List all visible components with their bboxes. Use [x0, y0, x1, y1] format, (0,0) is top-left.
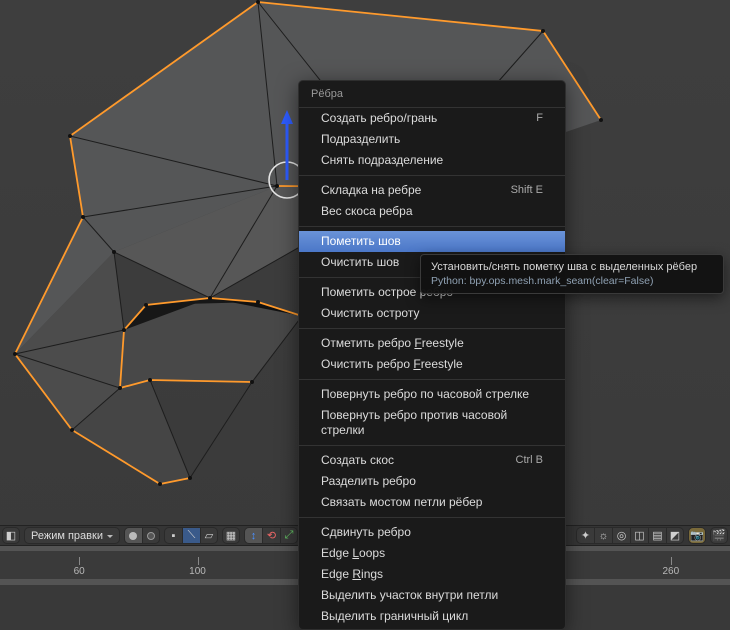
edges-context-menu: Рёбра Создать ребро/граньFПодразделитьСн…: [298, 80, 566, 630]
select-edge-icon[interactable]: ⟍: [182, 527, 200, 544]
menu-item[interactable]: Разделить ребро: [299, 471, 565, 492]
mode-dropdown[interactable]: Режим правки: [24, 527, 120, 544]
menu-item[interactable]: Пометить шов: [299, 231, 565, 252]
menu-item[interactable]: Создать ребро/граньF: [299, 108, 565, 129]
overlay-4-icon[interactable]: ◫: [630, 527, 648, 544]
menu-item[interactable]: Edge Loops: [299, 543, 565, 564]
menu-item[interactable]: Очистить остроту: [299, 303, 565, 324]
timeline-tick: 60: [74, 566, 85, 577]
overlay-6-icon[interactable]: ◩: [666, 527, 684, 544]
render-icon[interactable]: 🎬: [710, 527, 728, 544]
menu-item[interactable]: Создать скосCtrl B: [299, 450, 565, 471]
menu-item[interactable]: Edge Rings: [299, 564, 565, 585]
manipulator-scale-icon[interactable]: ⤢: [280, 527, 298, 544]
menu-item[interactable]: Вес скоса ребра: [299, 201, 565, 222]
manipulator-group: ↕ ⟲ ⤢: [244, 527, 298, 544]
menu-item[interactable]: Снять подразделение: [299, 150, 565, 171]
select-vertex-icon[interactable]: ▪: [164, 527, 182, 544]
manipulator-translate-icon[interactable]: ↕: [244, 527, 262, 544]
menu-item[interactable]: Отметить ребро Freestyle: [299, 333, 565, 354]
overlay-2-icon[interactable]: ☼: [594, 527, 612, 544]
overlay-3-icon[interactable]: ◎: [612, 527, 630, 544]
tooltip: Установить/снять пометку шва с выделенны…: [420, 254, 724, 294]
tooltip-desc: Установить/снять пометку шва с выделенны…: [431, 261, 713, 273]
shading-wire-icon[interactable]: [142, 527, 160, 544]
menu-item[interactable]: Выделить участок внутри петли: [299, 585, 565, 606]
timeline-tick: 260: [662, 566, 679, 577]
menu-item[interactable]: Повернуть ребро по часовой стрелке: [299, 384, 565, 405]
overlay-1-icon[interactable]: ✦: [576, 527, 594, 544]
select-face-icon[interactable]: ▱: [200, 527, 218, 544]
menu-item[interactable]: Подразделить: [299, 129, 565, 150]
overlay-5-icon[interactable]: ▤: [648, 527, 666, 544]
select-mode-group: ▪ ⟍ ▱: [164, 527, 218, 544]
context-menu-title: Рёбра: [299, 81, 565, 108]
limit-visible-icon[interactable]: ▦: [222, 527, 240, 544]
manipulator-rotate-icon[interactable]: ⟲: [262, 527, 280, 544]
shading-mode-group: [124, 527, 160, 544]
timeline-tick: 100: [189, 566, 206, 577]
editor-type-icon[interactable]: ◧: [2, 527, 20, 544]
shading-solid-icon[interactable]: [124, 527, 142, 544]
menu-item[interactable]: Очистить ребро Freestyle: [299, 354, 565, 375]
menu-item[interactable]: Сдвинуть ребро: [299, 522, 565, 543]
snapshot-icon[interactable]: 📷: [688, 527, 706, 544]
overlay-icons-group: ✦ ☼ ◎ ◫ ▤ ◩: [576, 527, 684, 544]
cube-icon: ◧: [6, 529, 16, 542]
menu-item[interactable]: Выделить граничный цикл: [299, 606, 565, 627]
tooltip-python: Python: bpy.ops.mesh.mark_seam(clear=Fal…: [431, 275, 713, 287]
menu-item[interactable]: Связать мостом петли рёбер: [299, 492, 565, 513]
menu-item[interactable]: Повернуть ребро против часовой стрелки: [299, 405, 565, 441]
menu-item[interactable]: Складка на ребреShift E: [299, 180, 565, 201]
